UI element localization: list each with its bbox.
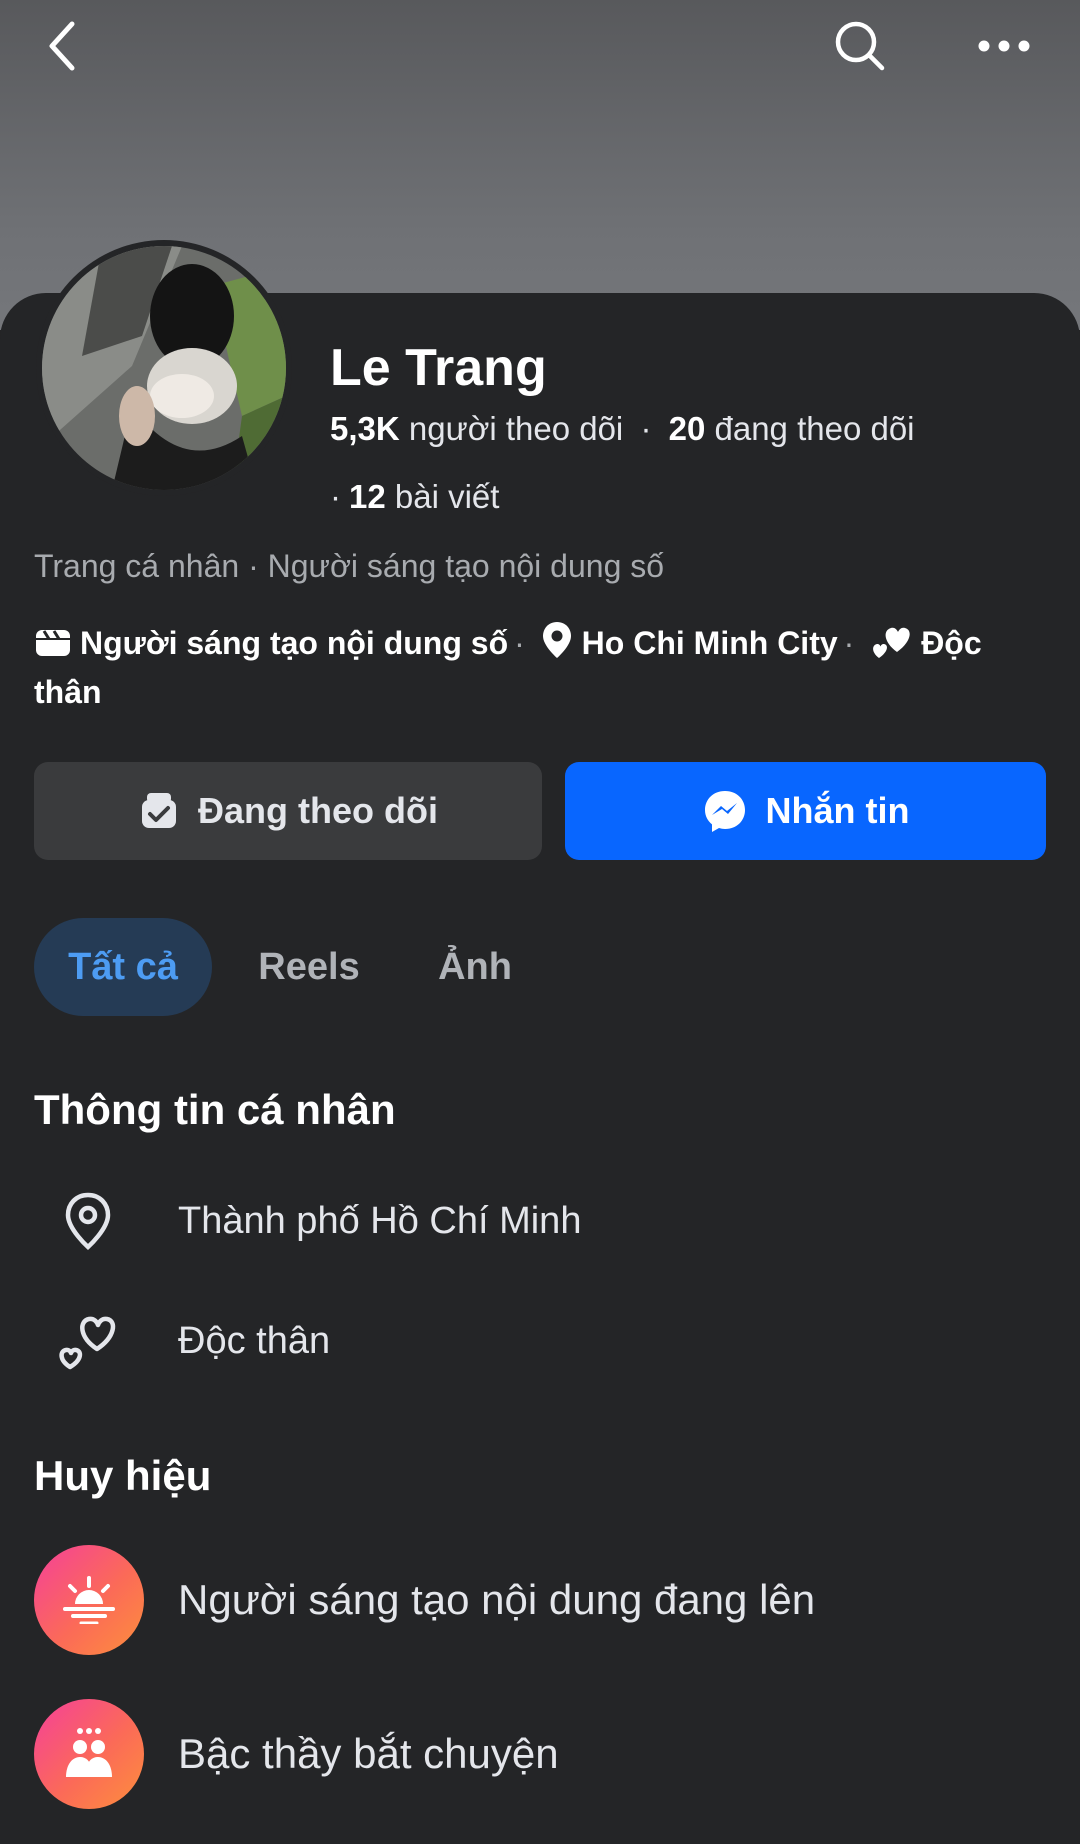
- search-icon: [835, 21, 885, 71]
- following-button[interactable]: Đang theo dõi: [34, 762, 542, 860]
- message-button-label: Nhắn tin: [765, 790, 910, 831]
- following-check-icon: [142, 793, 176, 828]
- clapperboard-icon: [34, 626, 72, 671]
- people-chat-icon: [66, 1728, 112, 1777]
- badge-icon-circle: [34, 1545, 144, 1655]
- tab-reels[interactable]: Reels: [234, 918, 384, 1016]
- page-category: Trang cá nhân · Người sáng tạo nội dung …: [34, 548, 665, 584]
- follow-stats: 5,3K người theo dõi · 20 đang theo dõi: [330, 410, 915, 447]
- badge-rising-creator-text: Người sáng tạo nội dung đang lên: [178, 1576, 816, 1623]
- avatar[interactable]: [36, 240, 292, 496]
- posts-count: 12: [349, 478, 386, 515]
- followers-label[interactable]: người theo dõi: [409, 410, 623, 447]
- detail-city: Ho Chi Minh City: [581, 625, 838, 661]
- detail-creator: Người sáng tạo nội dung số: [80, 625, 509, 661]
- badge-rising-creator[interactable]: Người sáng tạo nội dung đang lên: [34, 1545, 1044, 1655]
- profile-name: Le Trang: [330, 339, 547, 397]
- badges-title: Huy hiệu: [34, 1452, 212, 1499]
- following-button-label: Đang theo dõi: [198, 790, 438, 831]
- tab-all[interactable]: Tất cả: [34, 918, 212, 1016]
- tab-photos[interactable]: Ảnh: [410, 918, 540, 1016]
- badge-conversation-starter[interactable]: Bậc thầy bắt chuyện: [34, 1699, 1044, 1809]
- following-count[interactable]: 20: [669, 410, 706, 447]
- info-row-relationship: Độc thân: [34, 1296, 1044, 1386]
- location-pin-icon: [540, 620, 574, 671]
- back-button[interactable]: [30, 14, 94, 78]
- info-row-city: Thành phố Hồ Chí Minh: [34, 1176, 1044, 1266]
- info-relationship-text: Độc thân: [178, 1319, 331, 1362]
- search-button[interactable]: [828, 14, 892, 78]
- sunrise-icon: [63, 1576, 115, 1624]
- profile-details: Người sáng tạo nội dung số · Ho Chi Minh …: [34, 620, 1044, 714]
- more-options-button[interactable]: [972, 14, 1036, 78]
- posts-label: bài viết: [394, 478, 500, 515]
- followers-count[interactable]: 5,3K: [330, 410, 400, 447]
- action-buttons: Đang theo dõi Nhắn tin: [34, 762, 1046, 860]
- location-pin-icon: [34, 1191, 142, 1251]
- more-horizontal-icon: [978, 40, 1030, 52]
- hearts-icon: [34, 1311, 142, 1371]
- hearts-icon: [869, 622, 913, 671]
- following-label[interactable]: đang theo dõi: [715, 410, 915, 447]
- info-city-text: Thành phố Hồ Chí Minh: [178, 1199, 582, 1242]
- chevron-left-icon: [49, 21, 75, 71]
- top-bar: [0, 0, 1080, 92]
- badge-icon-circle: [34, 1699, 144, 1809]
- personal-info-title: Thông tin cá nhân: [34, 1086, 396, 1133]
- messenger-icon: [704, 791, 745, 832]
- posts-stats: · 12 bài viết: [330, 478, 500, 515]
- message-button[interactable]: Nhắn tin: [565, 762, 1046, 860]
- profile-photo: [42, 246, 286, 490]
- badge-conversation-starter-text: Bậc thầy bắt chuyện: [178, 1730, 559, 1777]
